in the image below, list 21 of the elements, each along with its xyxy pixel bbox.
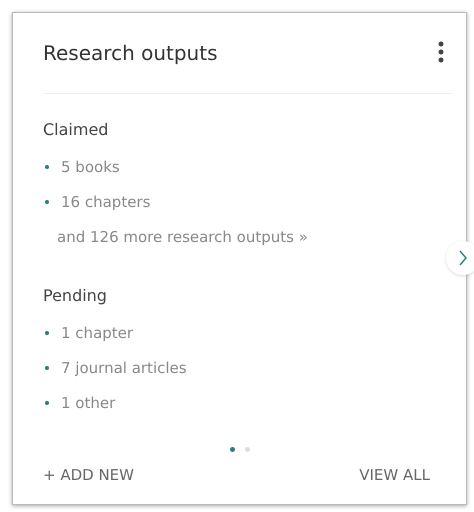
output-count: 1 chapter bbox=[61, 324, 134, 342]
next-button[interactable] bbox=[446, 241, 474, 275]
bullet-icon bbox=[45, 164, 49, 168]
add-new-button[interactable]: + ADD NEW bbox=[35, 460, 142, 490]
bullet-icon bbox=[45, 330, 49, 334]
chevron-right-icon bbox=[458, 249, 468, 267]
section-heading: Pending bbox=[43, 286, 108, 305]
output-count: 5 books bbox=[61, 158, 120, 176]
card-title: Research outputs bbox=[43, 41, 218, 65]
bullet-icon bbox=[45, 366, 49, 370]
page-dot[interactable] bbox=[230, 447, 234, 452]
more-outputs-link[interactable]: and 126 more research outputs » bbox=[57, 228, 308, 246]
bullet-icon bbox=[45, 400, 49, 404]
output-count: 1 other bbox=[61, 394, 116, 412]
output-count: 16 chapters bbox=[61, 192, 150, 210]
section-heading: Claimed bbox=[43, 120, 110, 139]
view-all-button[interactable]: VIEW ALL bbox=[351, 460, 438, 490]
page-dot[interactable] bbox=[244, 447, 250, 452]
bullet-icon bbox=[45, 200, 49, 204]
output-count: 7 journal articles bbox=[61, 358, 187, 376]
more-icon bbox=[438, 40, 444, 62]
